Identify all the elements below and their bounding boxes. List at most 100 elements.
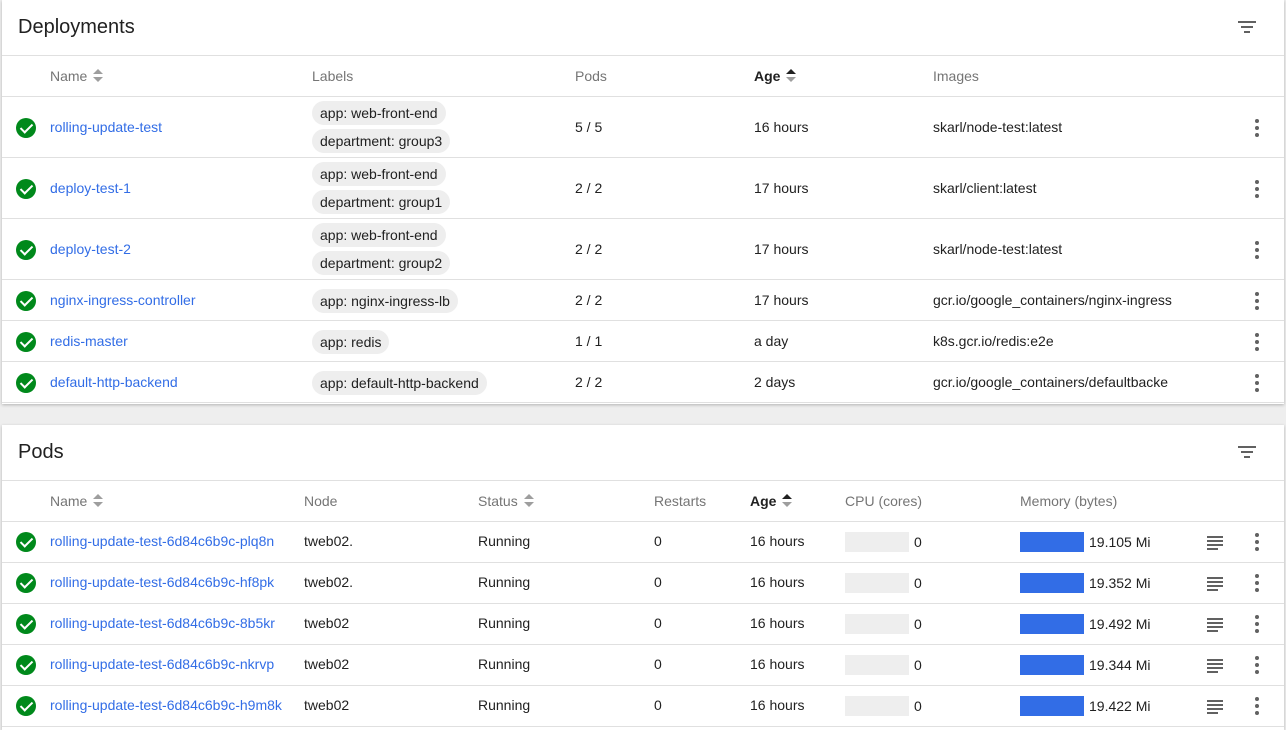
deployments-table-header: Name Labels Pods Age Images xyxy=(2,56,1284,97)
column-header-age[interactable]: Age xyxy=(750,493,793,509)
pod-name-link[interactable]: rolling-update-test-6d84c6b9c-8b5kr xyxy=(50,615,290,631)
label-chip: app: nginx-ingress-lb xyxy=(312,288,458,313)
column-header-name[interactable]: Name xyxy=(50,68,104,84)
deployments-card: Deployments Name Labels Pods Age Images … xyxy=(2,0,1284,404)
logs-icon[interactable] xyxy=(1207,536,1223,550)
table-row[interactable]: rolling-update-test-6d84c6b9c-nkrvp tweb0… xyxy=(2,645,1284,686)
pods-table-header: Name Node Status Restarts Age CPU (cores… xyxy=(2,481,1284,522)
restarts-value: 0 xyxy=(654,697,662,713)
more-vert-icon[interactable] xyxy=(1255,118,1259,137)
table-row[interactable]: deploy-test-2 app: web-front-end departmen… xyxy=(2,219,1284,280)
logs-icon[interactable] xyxy=(1207,700,1223,714)
table-row[interactable]: rolling-update-test-6d84c6b9c-hf8pk tweb0… xyxy=(2,563,1284,604)
logs-icon[interactable] xyxy=(1207,659,1223,673)
age-value: 16 hours xyxy=(750,574,805,590)
more-vert-icon[interactable] xyxy=(1255,574,1259,592)
memory-value: 19.105 Mi xyxy=(1089,534,1151,550)
table-row[interactable]: deploy-test-1 app: web-front-end departmen… xyxy=(2,158,1284,219)
memory-usage-bar xyxy=(1020,573,1084,593)
pod-name-link[interactable]: rolling-update-test-6d84c6b9c-h9m8k xyxy=(50,697,290,713)
column-header-age[interactable]: Age xyxy=(754,68,797,84)
logs-icon[interactable] xyxy=(1207,577,1223,591)
check-circle-icon xyxy=(16,372,36,393)
memory-usage-bar xyxy=(1020,696,1084,716)
filter-icon[interactable] xyxy=(1238,445,1256,459)
pods-count: 2 / 2 xyxy=(575,373,603,390)
age-value: 17 hours xyxy=(754,179,809,196)
label-chip: department: group3 xyxy=(312,129,451,153)
table-row[interactable]: rolling-update-test-6d84c6b9c-8b5kr tweb0… xyxy=(2,604,1284,645)
filter-icon[interactable] xyxy=(1238,20,1256,34)
restarts-value: 0 xyxy=(654,574,662,590)
age-value: 16 hours xyxy=(750,615,805,631)
sort-ascending-icon[interactable] xyxy=(786,69,797,83)
image-value: gcr.io/google_containers/defaultbacke xyxy=(933,373,1169,390)
column-header-restarts: Restarts xyxy=(654,493,707,509)
deployment-name-link[interactable]: deploy-test-2 xyxy=(50,241,131,257)
node-value: tweb02 xyxy=(304,697,350,713)
more-vert-icon[interactable] xyxy=(1255,332,1259,351)
restarts-value: 0 xyxy=(654,656,662,672)
sort-icon[interactable] xyxy=(93,69,104,83)
status-value: Running xyxy=(478,533,531,549)
pod-name-link[interactable]: rolling-update-test-6d84c6b9c-nkrvp xyxy=(50,656,290,672)
table-row[interactable]: rolling-update-test-6d84c6b9c-plq8n tweb0… xyxy=(2,522,1284,563)
check-circle-icon xyxy=(16,696,36,716)
deployment-name-link[interactable]: default-http-backend xyxy=(50,374,178,390)
more-vert-icon[interactable] xyxy=(1255,179,1259,198)
more-vert-icon[interactable] xyxy=(1255,533,1259,551)
age-value: 16 hours xyxy=(750,656,805,672)
sort-icon[interactable] xyxy=(523,494,534,508)
deployment-name-link[interactable]: deploy-test-1 xyxy=(50,180,131,196)
age-value: 2 days xyxy=(754,373,796,390)
cpu-usage-bar xyxy=(845,532,909,552)
table-row[interactable]: redis-master app: redis 1 / 1 a day k8s.gcr.… xyxy=(2,321,1284,362)
age-value: 16 hours xyxy=(750,697,805,713)
more-vert-icon[interactable] xyxy=(1255,240,1259,259)
cpu-usage-bar xyxy=(845,614,909,634)
deployment-name-link[interactable]: redis-master xyxy=(50,333,128,349)
table-row[interactable]: nginx-ingress-controller app: nginx-ingre… xyxy=(2,280,1284,321)
memory-usage-fill xyxy=(1020,655,1084,675)
cpu-value: 0 xyxy=(914,534,922,550)
column-header-cpu: CPU (cores) xyxy=(845,493,923,509)
table-row[interactable]: rolling-update-test-6d84c6b9c-h9m8k tweb0… xyxy=(2,686,1284,727)
label-chip: app: web-front-end xyxy=(312,162,446,186)
pods-count: 2 / 2 xyxy=(575,291,603,308)
table-row[interactable]: default-http-backend app: default-http-ba… xyxy=(2,362,1284,403)
label-chip: department: group2 xyxy=(312,251,451,275)
pod-name-link[interactable]: rolling-update-test-6d84c6b9c-plq8n xyxy=(50,533,290,549)
memory-value: 19.422 Mi xyxy=(1089,698,1151,714)
pods-count: 5 / 5 xyxy=(575,118,603,135)
pods-title: Pods xyxy=(18,441,64,463)
pods-count: 1 / 1 xyxy=(575,332,603,349)
restarts-value: 0 xyxy=(654,533,662,549)
logs-icon[interactable] xyxy=(1207,618,1223,632)
more-vert-icon[interactable] xyxy=(1255,615,1259,633)
label-chip: department: group1 xyxy=(312,190,451,214)
memory-value: 19.344 Mi xyxy=(1089,657,1151,673)
pods-card: Pods Name Node Status Restarts Age CPU (… xyxy=(2,425,1284,730)
more-vert-icon[interactable] xyxy=(1255,656,1259,674)
age-value: 17 hours xyxy=(754,291,809,308)
deployment-name-link[interactable]: rolling-update-test xyxy=(50,119,162,135)
pod-name-link[interactable]: rolling-update-test-6d84c6b9c-hf8pk xyxy=(50,574,290,590)
sort-ascending-icon[interactable] xyxy=(782,494,793,508)
column-header-node: Node xyxy=(304,493,338,509)
column-header-status[interactable]: Status xyxy=(478,493,534,509)
table-row[interactable]: rolling-update-test app: web-front-end dep… xyxy=(2,97,1284,158)
node-value: tweb02. xyxy=(304,533,354,549)
memory-usage-bar xyxy=(1020,655,1084,675)
more-vert-icon[interactable] xyxy=(1255,291,1259,310)
restarts-value: 0 xyxy=(654,615,662,631)
more-vert-icon[interactable] xyxy=(1255,373,1259,392)
label-chip: app: web-front-end xyxy=(312,223,446,247)
deployment-name-link[interactable]: nginx-ingress-controller xyxy=(50,292,196,308)
column-header-name[interactable]: Name xyxy=(50,493,104,509)
check-circle-icon xyxy=(16,117,36,138)
pods-header: Pods xyxy=(2,425,1284,481)
sort-icon[interactable] xyxy=(93,494,104,508)
more-vert-icon[interactable] xyxy=(1255,697,1259,715)
age-value: 16 hours xyxy=(754,118,809,135)
memory-usage-fill xyxy=(1020,532,1084,552)
